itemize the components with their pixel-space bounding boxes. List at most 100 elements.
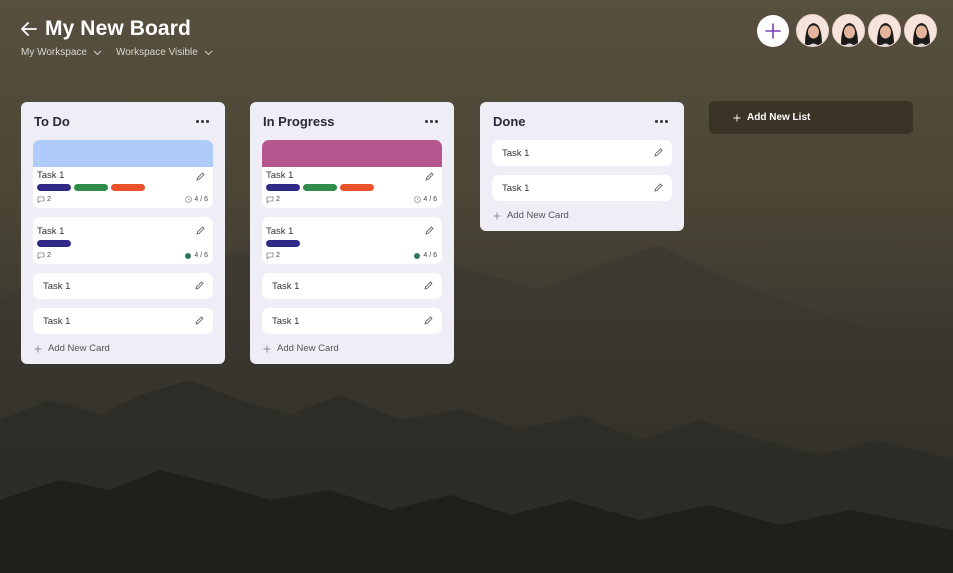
card-title: Task 1 — [272, 315, 300, 327]
chevron-down-icon — [93, 50, 102, 55]
plus-icon — [765, 22, 781, 39]
pencil-icon[interactable] — [195, 316, 204, 325]
back-arrow-icon[interactable] — [20, 20, 38, 38]
card-title: Task 1 — [266, 226, 294, 237]
card-body: Task 1 2 4 / 6 — [33, 167, 213, 208]
status-dot — [185, 252, 192, 259]
add-card-label: Add New Card — [507, 210, 569, 221]
card-labels — [266, 240, 437, 247]
avatar[interactable] — [904, 14, 937, 47]
chevron-down-icon — [204, 50, 213, 55]
plus-icon — [34, 345, 42, 352]
pencil-icon[interactable] — [425, 226, 434, 235]
pencil-icon[interactable] — [424, 281, 433, 290]
card-title: Task 1 — [266, 170, 294, 181]
card-title: Task 1 — [37, 170, 65, 181]
pencil-icon[interactable] — [195, 281, 204, 290]
add-card-button[interactable]: Add New Card — [262, 343, 442, 354]
comment-icon — [266, 196, 274, 203]
label[interactable] — [74, 184, 108, 191]
card-meta: 2 4 / 6 — [37, 196, 208, 203]
pencil-icon[interactable] — [424, 316, 433, 325]
comment-count: 2 — [47, 252, 51, 259]
card-labels — [37, 240, 208, 247]
pencil-icon[interactable] — [654, 183, 663, 192]
card-labels — [37, 184, 208, 191]
label[interactable] — [303, 184, 337, 191]
card[interactable]: Task 1 — [492, 140, 672, 166]
list-title: To Do — [34, 113, 70, 129]
visibility-dropdown[interactable]: Workspace Visible — [116, 47, 213, 58]
card[interactable]: Task 1 — [262, 308, 442, 334]
add-member-button[interactable] — [757, 14, 789, 47]
card-meta: 2 4 / 6 — [266, 196, 437, 203]
more-icon[interactable] — [192, 116, 213, 127]
card-title: Task 1 — [272, 280, 300, 292]
pencil-icon[interactable] — [196, 226, 205, 235]
list-to-do: To Do Task 1 2 4 / 6 Task 1 2 4 / 6 Task… — [21, 102, 225, 364]
pencil-icon[interactable] — [425, 172, 434, 181]
card[interactable]: Task 1 — [262, 273, 442, 299]
comment-icon — [37, 196, 45, 203]
card-title: Task 1 — [43, 315, 71, 327]
checklist-progress: 4 / 6 — [194, 252, 208, 259]
workspace-dropdown[interactable]: My Workspace — [21, 47, 102, 58]
card[interactable]: Task 1 — [33, 273, 213, 299]
add-list-button[interactable]: Add New List — [709, 101, 913, 134]
card[interactable]: Task 1 — [492, 175, 672, 201]
title-row: My New Board — [20, 17, 227, 41]
list-header: In Progress — [262, 102, 442, 140]
clock-icon — [414, 196, 422, 203]
comment-count: 2 — [47, 196, 51, 203]
card-meta: 2 4 / 6 — [266, 252, 437, 259]
add-card-label: Add New Card — [48, 343, 110, 354]
board-subheader: My Workspace Workspace Visible — [21, 47, 227, 58]
pencil-icon[interactable] — [196, 172, 205, 181]
add-card-label: Add New Card — [277, 343, 339, 354]
checklist-progress: 4 / 6 — [423, 196, 437, 203]
card[interactable]: Task 1 2 4 / 6 — [33, 217, 213, 264]
label[interactable] — [37, 184, 71, 191]
comment-count: 2 — [276, 252, 280, 259]
list-title: Done — [493, 113, 526, 129]
label[interactable] — [340, 184, 374, 191]
add-card-button[interactable]: Add New Card — [492, 210, 672, 221]
label[interactable] — [266, 184, 300, 191]
status-dot — [414, 252, 421, 259]
card-title: Task 1 — [37, 226, 65, 237]
list-header: To Do — [33, 102, 213, 140]
workspace-label: My Workspace — [21, 47, 87, 58]
visibility-label: Workspace Visible — [115, 47, 198, 58]
card-labels — [266, 184, 437, 191]
card[interactable]: Task 1 2 4 / 6 — [262, 217, 442, 264]
checklist-progress: 4 / 6 — [194, 196, 208, 203]
more-icon[interactable] — [651, 116, 672, 127]
pencil-icon[interactable] — [654, 148, 663, 157]
board-header: My New Board My Workspace Workspace Visi… — [20, 17, 227, 58]
comment-icon — [37, 252, 45, 259]
clock-icon — [185, 196, 193, 203]
plus-icon — [263, 345, 271, 352]
card[interactable]: Task 1 2 4 / 6 — [33, 140, 213, 208]
label[interactable] — [266, 240, 300, 247]
label[interactable] — [111, 184, 145, 191]
comment-icon — [266, 252, 274, 259]
avatar[interactable] — [796, 14, 829, 47]
card-body: Task 1 2 4 / 6 — [33, 217, 213, 264]
card-cover — [262, 140, 442, 167]
card[interactable]: Task 1 — [33, 308, 213, 334]
label[interactable] — [37, 240, 71, 247]
card-title: Task 1 — [502, 147, 530, 159]
card[interactable]: Task 1 2 4 / 6 — [262, 140, 442, 208]
more-icon[interactable] — [421, 116, 442, 127]
board-members — [757, 14, 937, 47]
card-cover — [33, 140, 213, 167]
avatar[interactable] — [868, 14, 901, 47]
plus-icon — [493, 212, 501, 219]
add-card-button[interactable]: Add New Card — [33, 343, 213, 354]
card-title: Task 1 — [43, 280, 71, 292]
list-in-progress: In Progress Task 1 2 4 / 6 Task 1 2 4 / … — [250, 102, 454, 364]
list-title: In Progress — [263, 113, 335, 129]
comment-count: 2 — [276, 196, 280, 203]
avatar[interactable] — [832, 14, 865, 47]
